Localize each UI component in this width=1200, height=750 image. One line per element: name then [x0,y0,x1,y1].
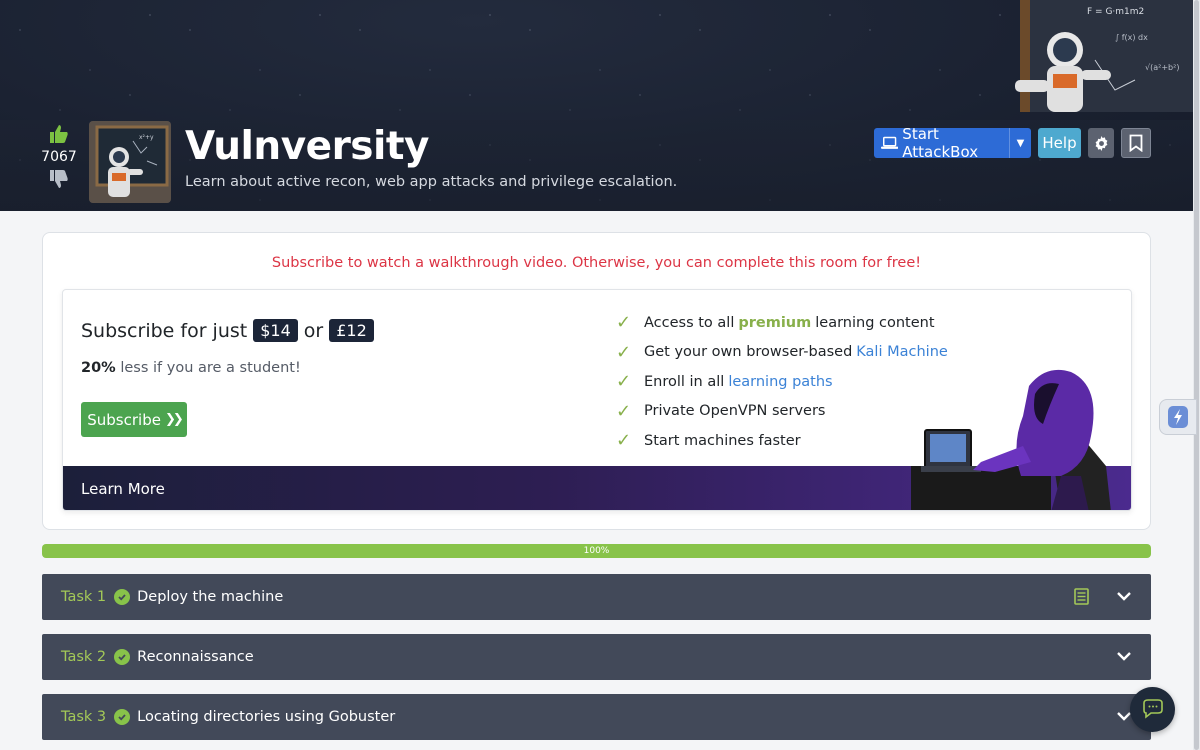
chevron-down-icon[interactable] [1116,587,1132,605]
subscribe-panel: Subscribe to watch a walkthrough video. … [42,232,1151,530]
student-discount-text: less if you are a student! [120,360,301,376]
student-discount: 20% less if you are a student! [81,360,301,376]
start-attackbox-main[interactable]: Start AttackBox [874,125,1009,161]
notes-icon[interactable] [1074,588,1089,605]
chat-support-button[interactable] [1130,687,1175,732]
svg-text:x²+y: x²+y [139,134,154,141]
task-number: Task 3 [61,709,107,725]
bookmark-button[interactable] [1121,128,1151,158]
checkmark-icon: ✓ [616,312,632,334]
chevron-down-icon[interactable] [1116,647,1132,665]
price-usd-badge: $14 [253,319,298,342]
feature-list: ✓ Access to all premium learning content… [616,308,948,456]
task-accordion-3[interactable]: Task 3 Locating directories using Gobust… [42,694,1151,740]
scrollbar-thumb[interactable] [1194,0,1199,750]
checkmark-icon: ✓ [616,400,632,422]
learn-more-link[interactable]: Learn More [81,480,165,498]
astronaut-chalkboard-art: F = G·m1m2 ∫ f(x) dx √(a²+b²) [1015,0,1193,112]
attackbox-dropdown-toggle[interactable]: ▼ [1009,128,1031,158]
feature-item: ✓ Enroll in all learning paths [616,371,833,393]
feature-item: ✓ Access to all premium learning content [616,312,935,334]
learning-paths-link[interactable]: learning paths [728,374,832,390]
caret-down-icon: ▼ [1016,137,1025,149]
feature-item: ✓ Get your own browser-based Kali Machin… [616,341,948,363]
help-button[interactable]: Help [1038,128,1081,158]
checkmark-icon: ✓ [616,430,632,452]
start-attackbox-button[interactable]: Start AttackBox ▼ [874,125,1031,161]
task-complete-icon [114,709,131,725]
price-or: or [303,319,324,342]
task-accordion-2[interactable]: Task 2 Reconnaissance [42,634,1151,680]
task-title: Locating directories using Gobuster [137,709,396,725]
task-number: Task 2 [61,649,107,665]
kali-machine-link[interactable]: Kali Machine [856,344,948,360]
price-prefix: Subscribe for just [81,319,248,342]
task-complete-icon [114,589,131,605]
hooded-hacker-illustration [911,369,1111,510]
svg-text:F = G·m1m2: F = G·m1m2 [1087,7,1144,17]
student-discount-percent: 20% [81,360,116,376]
laptop-icon [881,136,899,149]
room-header: F = G·m1m2 ∫ f(x) dx √(a²+b²) 7067 x²+y … [0,0,1193,211]
walkthrough-notice: Subscribe to watch a walkthrough video. … [271,255,922,271]
room-icon: x²+y [89,121,171,203]
subscribe-button-label: Subscribe [87,410,161,429]
vote-count: 7067 [41,149,77,165]
price-line: Subscribe for just $14 or £12 [81,319,380,342]
price-gbp-badge: £12 [329,319,374,342]
svg-text:∫ f(x) dx: ∫ f(x) dx [1115,33,1148,42]
task-accordion-1[interactable]: Task 1 Deploy the machine [42,574,1151,620]
task-number: Task 1 [61,589,107,605]
progress-fill: 100% [42,544,1151,558]
svg-text:√(a²+b²): √(a²+b²) [1145,63,1179,72]
room-title: Vulnversity [185,124,429,169]
double-chevron-right-icon: ❯❯ [164,412,184,427]
start-attackbox-label: Start AttackBox [902,125,979,161]
checkmark-icon: ✓ [616,341,632,363]
chat-icon [1142,698,1163,719]
room-progress-bar: 100% [42,544,1151,558]
thumbs-down-icon[interactable] [49,169,69,189]
feature-item: ✓ Private OpenVPN servers [616,400,826,422]
subscribe-offer-card: Subscribe for just $14 or £12 20% less i… [62,289,1132,511]
task-title: Reconnaissance [137,649,254,665]
subscribe-button[interactable]: Subscribe ❯❯ [81,402,187,437]
settings-button[interactable] [1088,128,1114,158]
lightning-icon [1168,406,1188,428]
task-title: Deploy the machine [137,589,284,605]
thumbs-up-icon[interactable] [49,124,69,144]
vote-widget: 7067 [40,124,78,189]
feature-item: ✓ Start machines faster [616,430,801,452]
task-complete-icon [114,649,131,665]
gear-icon [1095,135,1107,151]
side-panel-tab[interactable] [1159,399,1197,435]
checkmark-icon: ✓ [616,371,632,393]
bookmark-icon [1129,134,1143,152]
room-description: Learn about active recon, web app attack… [185,174,678,190]
page-scrollbar[interactable] [1193,0,1200,750]
